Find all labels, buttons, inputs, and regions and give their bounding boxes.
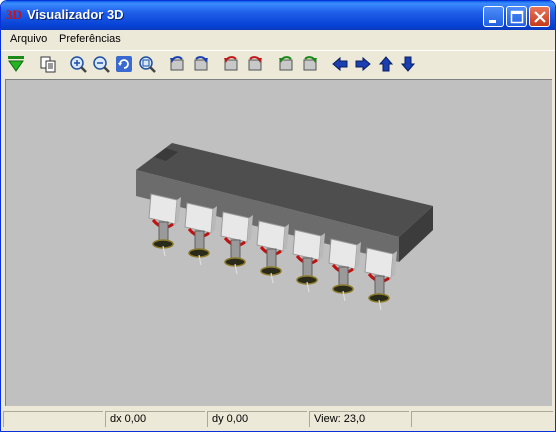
- status-dy: dy 0,00: [207, 411, 307, 427]
- rotate-right-red-icon[interactable]: [246, 55, 264, 73]
- rotate-left-blue-icon[interactable]: [168, 55, 186, 73]
- rotate-left-green-icon[interactable]: [277, 55, 295, 73]
- minimize-button[interactable]: [483, 6, 504, 27]
- refresh-view-icon[interactable]: [115, 55, 133, 73]
- chip-pin: [364, 247, 397, 311]
- title-bar[interactable]: 3D Visualizador 3D: [1, 1, 555, 30]
- zoom-in-icon[interactable]: [69, 55, 87, 73]
- chip-pin: [220, 211, 253, 275]
- close-button[interactable]: [529, 6, 550, 27]
- chip-pin: [148, 193, 181, 257]
- chip-3d-model: [136, 143, 433, 311]
- close-icon: [534, 11, 546, 23]
- chip-pin: [292, 229, 325, 293]
- maximize-button[interactable]: [506, 6, 527, 27]
- menu-arquivo[interactable]: Arquivo: [10, 33, 47, 45]
- arrow-down-icon[interactable]: [399, 55, 417, 73]
- minimize-icon: [489, 20, 496, 23]
- maximize-icon: [510, 10, 524, 24]
- arrow-up-icon[interactable]: [377, 55, 395, 73]
- rotate-right-blue-icon[interactable]: [192, 55, 210, 73]
- status-bar: dx 0,00 dy 0,00 View: 23,0: [1, 407, 555, 431]
- status-cell-extra: [411, 411, 553, 427]
- window-title: Visualizador 3D: [27, 7, 124, 22]
- zoom-out-icon[interactable]: [92, 55, 110, 73]
- chip-pin: [184, 202, 217, 266]
- status-view: View: 23,0: [309, 411, 409, 427]
- 3d-viewport[interactable]: [5, 79, 552, 406]
- app-icon: 3D: [6, 7, 22, 22]
- menu-bar: Arquivo Preferências: [1, 30, 555, 49]
- arrow-right-icon[interactable]: [354, 55, 372, 73]
- copy-icon[interactable]: [39, 55, 57, 73]
- main-window: 3D Visualizador 3D Arquivo Preferências: [0, 0, 556, 432]
- chip-pin: [328, 238, 361, 302]
- arrow-down-green-icon[interactable]: [7, 55, 25, 73]
- toolbar: [1, 50, 555, 78]
- chip-pin: [256, 220, 289, 284]
- status-cell-empty: [3, 411, 103, 427]
- rotate-right-green-icon[interactable]: [301, 55, 319, 73]
- rotate-left-red-icon[interactable]: [222, 55, 240, 73]
- status-dx: dx 0,00: [105, 411, 205, 427]
- arrow-left-icon[interactable]: [331, 55, 349, 73]
- menu-preferencias[interactable]: Preferências: [59, 33, 121, 45]
- zoom-fit-icon[interactable]: [138, 55, 156, 73]
